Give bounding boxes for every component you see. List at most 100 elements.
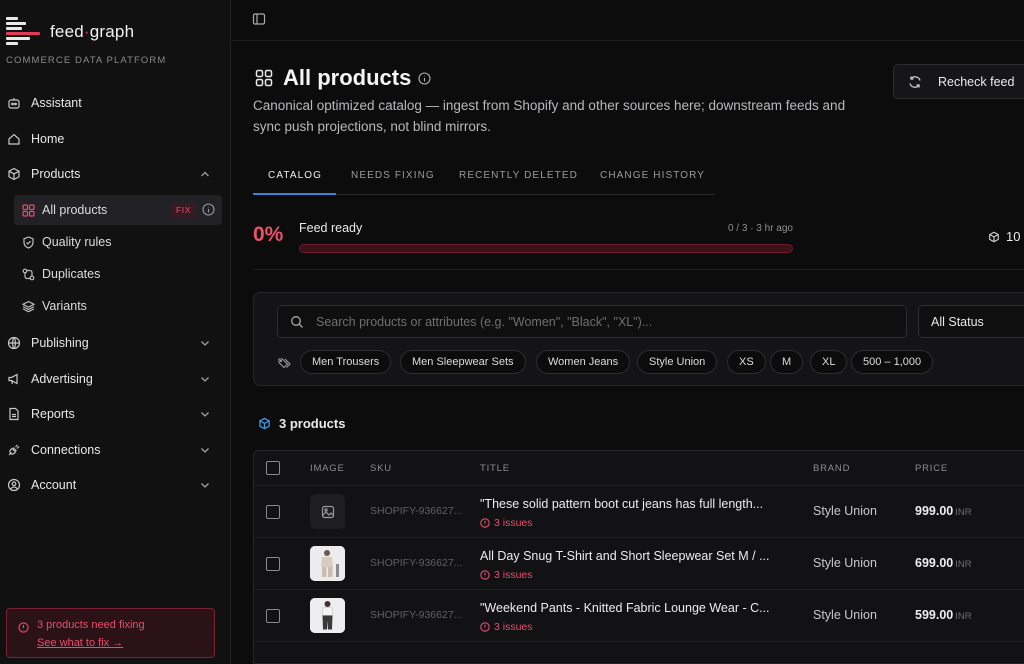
alert-icon [480,622,490,632]
divider [253,269,1024,270]
filter-chip[interactable]: Women Jeans [536,350,631,374]
chevron-down-icon [198,407,212,421]
plug-icon [7,443,21,457]
feed-progress-bar [299,244,793,253]
row-checkbox[interactable] [266,505,280,519]
alert-icon [480,570,490,580]
product-count: 3 products [279,416,346,431]
feed-ready-label: Feed ready [299,221,363,235]
sidebar-item-label: Reports [31,407,75,421]
search-box[interactable] [277,305,907,338]
filter-chip[interactable]: 500 – 1,000 [851,350,934,374]
sidebar-item-reports[interactable]: Reports [0,399,230,429]
megaphone-icon [7,372,21,386]
price-cell: 999.00 INR [915,504,972,518]
tab-catalog[interactable]: CATALOG [268,170,322,181]
box-icon [7,167,21,181]
tab-needs-fixing[interactable]: NEEDS FIXING [351,170,435,181]
logo[interactable]: feed·graph [6,14,226,50]
product-total-value: 10 [1006,229,1021,244]
status-select[interactable]: All Status [918,305,1024,338]
title-cell[interactable]: "These solid pattern boot cut jeans has … [480,497,795,511]
sidebar-item-label: Connections [31,443,101,457]
sidebar-subitem-quality-rules[interactable]: Quality rules [14,227,222,257]
recheck-feed-button[interactable]: Recheck feed [893,64,1024,99]
chevron-down-icon [198,478,212,492]
product-image [310,598,345,633]
price-cell: 599.00 INR [915,608,972,622]
see-what-to-fix-link[interactable]: See what to fix → [37,637,123,649]
chevron-down-icon [198,372,212,386]
sidebar-item-assistant[interactable]: Assistant [0,88,230,118]
filter-panel: All Status Men Trousers Men Sleepwear Se… [253,292,1024,386]
user-icon [7,478,21,492]
sku-cell: SHOPIFY-936627... [370,609,463,621]
sku-cell: SHOPIFY-936627... [370,557,463,569]
chevron-down-icon [198,443,212,457]
info-icon[interactable] [418,72,431,85]
topbar [231,0,1024,41]
alert-text: 3 products need fixing [37,619,145,631]
home-icon [7,132,21,146]
sidebar-toggle-icon[interactable] [252,12,266,26]
filter-chip[interactable]: XS [727,350,766,374]
table-row[interactable]: SHOPIFY-936627... "These solid pattern b… [254,486,1024,538]
sidebar-item-home[interactable]: Home [0,124,230,154]
select-all-checkbox[interactable] [266,461,280,475]
active-tab-indicator [253,193,336,195]
filter-chip[interactable]: Men Sleepwear Sets [400,350,526,374]
sidebar-subitem-label: Quality rules [42,235,112,249]
feed-ready-meta: 0 / 3 · 3 hr ago [727,223,793,234]
issues-badge[interactable]: 3 issues [480,569,533,581]
sidebar-subitem-duplicates[interactable]: Duplicates [14,259,222,289]
chevron-down-icon [198,336,212,350]
globe-icon [7,336,21,350]
search-input[interactable] [316,314,896,329]
issues-badge[interactable]: 3 issues [480,517,533,529]
sidebar-item-label: Advertising [31,372,93,386]
column-header-sku[interactable]: SKU [370,463,392,474]
sidebar-item-products[interactable]: Products [0,159,230,189]
sidebar-item-account[interactable]: Account [0,470,230,500]
table-row[interactable]: SHOPIFY-936627... "Weekend Pants - Knitt… [254,590,1024,642]
tab-recently-deleted[interactable]: RECENTLY DELETED [459,170,578,181]
filter-chip[interactable]: Men Trousers [300,350,392,374]
title-cell[interactable]: All Day Snug T-Shirt and Short Sleepwear… [480,549,795,563]
chevron-up-icon [198,167,212,181]
sku-cell: SHOPIFY-936627... [370,505,463,517]
sidebar-item-label: Assistant [31,96,82,110]
logo-mark-icon [6,16,40,48]
filter-chip[interactable]: Style Union [637,350,718,374]
grid-icon [22,203,35,217]
column-header-price[interactable]: PRICE [915,463,948,474]
sidebar-item-connections[interactable]: Connections [0,435,230,465]
filter-chip[interactable]: M [770,350,804,374]
sidebar-subitem-variants[interactable]: Variants [14,291,222,321]
layers-icon [22,300,35,313]
sidebar-subitem-label: Variants [42,299,87,313]
column-header-brand[interactable]: BRAND [813,463,850,474]
tab-bar: CATALOG NEEDS FIXING RECENTLY DELETED CH… [253,166,715,195]
title-cell[interactable]: "Weekend Pants - Knitted Fabric Lounge W… [480,601,795,615]
tab-change-history[interactable]: CHANGE HISTORY [600,170,705,181]
sidebar-item-advertising[interactable]: Advertising [0,364,230,394]
tagline: COMMERCE DATA PLATFORM [6,55,167,66]
grid-icon [255,69,273,87]
sidebar-item-publishing[interactable]: Publishing [0,328,230,358]
cube-icon [258,417,271,430]
sidebar-subitem-all-products[interactable]: All products FIX [14,195,222,225]
row-checkbox[interactable] [266,609,280,623]
column-header-image: IMAGE [310,463,345,474]
row-checkbox[interactable] [266,557,280,571]
filter-chip[interactable]: XL [810,350,848,374]
alert-icon [480,518,490,528]
info-icon[interactable] [202,203,215,216]
price-cell: 699.00 INR [915,556,972,570]
recheck-feed-label: Recheck feed [938,74,1015,89]
column-header-title[interactable]: TITLE [480,463,510,474]
sidebar-item-label: Products [31,167,81,181]
image-placeholder-icon [310,494,345,529]
issues-badge[interactable]: 3 issues [480,621,533,633]
page-title: All products [283,65,412,90]
table-row[interactable]: SHOPIFY-936627... All Day Snug T-Shirt a… [254,538,1024,590]
